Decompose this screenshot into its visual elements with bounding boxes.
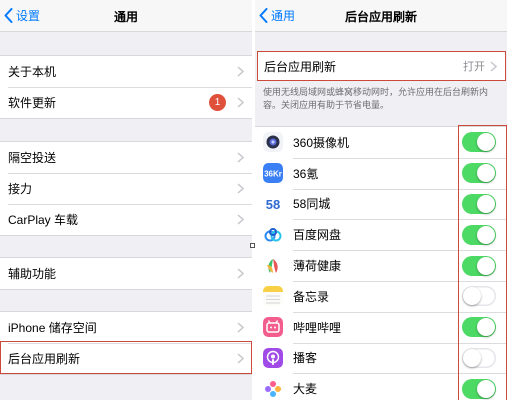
chevron-right-icon: [237, 97, 244, 108]
background-refresh-setting[interactable]: 后台应用刷新 打开: [257, 51, 506, 81]
airdrop-row[interactable]: 隔空投送: [0, 142, 252, 173]
app-row: 哔哩哔哩: [255, 311, 507, 343]
svg-text:58: 58: [266, 197, 280, 212]
58-tongcheng-icon: 58: [263, 193, 283, 214]
refresh-toggle[interactable]: [462, 193, 496, 214]
app-row: 播客: [255, 342, 507, 374]
page-title: 后台应用刷新: [344, 10, 417, 24]
refresh-toggle[interactable]: [462, 255, 496, 276]
app-name: 58同城: [293, 197, 331, 212]
chevron-right-icon: [237, 214, 244, 225]
app-name: 哔哩哔哩: [293, 320, 342, 335]
app-list: 360摄像机 36Kr 36氪 58 58同城百度网盘薄荷健康备忘录哔哩哔哩播客大麦: [255, 126, 507, 400]
connectivity-group: 隔空投送 接力 CarPlay 车载: [0, 141, 252, 236]
navigation-bar: 通用 后台应用刷新: [255, 0, 507, 32]
app-name: 备忘录: [293, 289, 330, 304]
handoff-row[interactable]: 接力: [0, 173, 252, 204]
app-row: 360摄像机: [255, 127, 507, 158]
app-row: 36Kr 36氪: [255, 157, 507, 189]
row-label: CarPlay 车载: [8, 213, 79, 227]
bilibili-icon: [263, 317, 283, 338]
chevron-right-icon: [490, 60, 497, 72]
row-label: 隔空投送: [8, 151, 57, 165]
chevron-right-icon: [237, 322, 244, 333]
toggle-knob: [477, 164, 495, 183]
app-row: 薄荷健康: [255, 250, 507, 281]
toggle-knob: [477, 256, 495, 275]
notes-icon: [263, 286, 283, 307]
app-name: 播客: [293, 351, 318, 366]
row-label: iPhone 储存空间: [8, 321, 97, 335]
chevron-right-icon: [237, 183, 244, 194]
storage-group: iPhone 储存空间 后台应用刷新: [0, 311, 252, 375]
about-row[interactable]: 关于本机: [0, 56, 252, 87]
app-name: 36氪: [293, 166, 319, 181]
app-name: 百度网盘: [293, 228, 342, 243]
software-update-row[interactable]: 软件更新 1: [0, 87, 252, 118]
refresh-toggle[interactable]: [462, 132, 496, 153]
row-label: 接力: [8, 182, 33, 196]
setting-value: 打开: [463, 61, 485, 73]
general-settings-panel: 设置 通用 关于本机 软件更新 1 隔空投送 接力 CarPlay 车载 辅助功…: [0, 0, 252, 400]
refresh-toggle[interactable]: [462, 163, 496, 184]
row-label: 后台应用刷新: [8, 352, 81, 366]
toggle-knob: [477, 379, 495, 398]
app-row: 备忘录: [255, 280, 507, 312]
page-title: 通用: [113, 10, 138, 24]
toggle-knob: [477, 225, 495, 244]
svg-text:36Kr: 36Kr: [264, 170, 282, 179]
app-name: 薄荷健康: [293, 259, 342, 274]
accessibility-group: 辅助功能: [0, 257, 252, 290]
about-group: 关于本机 软件更新 1: [0, 55, 252, 119]
damai-icon: [263, 378, 283, 399]
storage-row[interactable]: iPhone 储存空间: [0, 312, 252, 343]
app-row: 大麦: [255, 373, 507, 400]
toggle-knob: [477, 133, 495, 152]
toggle-knob: [463, 348, 481, 367]
row-label: 关于本机: [8, 65, 57, 79]
navigation-bar: 设置 通用: [0, 0, 252, 32]
baidu-netdisk-icon: [263, 224, 283, 245]
chevron-right-icon: [237, 268, 244, 279]
background-refresh-panel: 通用 后台应用刷新 后台应用刷新 打开 使用无线局域网或蜂窝移动网时，允许应用在…: [255, 0, 507, 400]
accessibility-row[interactable]: 辅助功能: [0, 258, 252, 289]
refresh-toggle[interactable]: [462, 286, 496, 307]
toggle-knob: [477, 318, 495, 337]
chevron-right-icon: [237, 66, 244, 77]
refresh-toggle[interactable]: [462, 317, 496, 338]
360-camera-icon: [263, 132, 283, 153]
refresh-toggle[interactable]: [462, 224, 496, 245]
chevron-right-icon: [237, 152, 244, 163]
refresh-toggle[interactable]: [462, 378, 496, 399]
background-refresh-row[interactable]: 后台应用刷新: [0, 343, 252, 374]
setting-description: 使用无线局域网或蜂窝移动网时，允许应用在后台刷新内容。关闭应用有助于节省电量。: [263, 87, 489, 110]
toggle-knob: [477, 194, 495, 213]
podcasts-icon: [263, 347, 283, 368]
app-row: 58 58同城: [255, 188, 507, 220]
36kr-icon: 36Kr: [263, 163, 283, 184]
row-label: 辅助功能: [8, 267, 57, 281]
update-badge: 1: [209, 94, 226, 111]
app-row: 百度网盘: [255, 219, 507, 250]
app-name: 大麦: [293, 382, 318, 397]
mint-health-icon: [263, 255, 283, 276]
app-name: 360摄像机: [293, 135, 350, 150]
row-label: 软件更新: [8, 96, 57, 110]
refresh-toggle[interactable]: [462, 347, 496, 368]
chevron-right-icon: [237, 353, 244, 364]
carplay-row[interactable]: CarPlay 车载: [0, 204, 252, 235]
toggle-knob: [463, 287, 481, 306]
setting-label: 后台应用刷新: [264, 59, 337, 74]
